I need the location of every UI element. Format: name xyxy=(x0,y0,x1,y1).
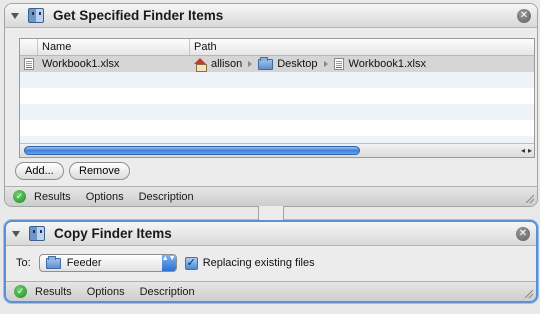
finder-icon xyxy=(28,8,44,23)
finder-items-table[interactable]: Name Path Workbook1.xlsx allison Desktop xyxy=(19,38,535,158)
row-icon-cell xyxy=(20,58,38,70)
close-action-button[interactable]: ✕ xyxy=(516,227,530,241)
action-get-specified-finder-items: Get Specified Finder Items ✕ Name Path W… xyxy=(4,3,538,207)
row-name-cell: Workbook1.xlsx xyxy=(42,58,120,70)
path-segment-label: Workbook1.xlsx xyxy=(348,58,426,70)
horizontal-scrollbar[interactable]: ◂ ▸ xyxy=(20,143,534,157)
folder-icon xyxy=(258,56,274,70)
finder-icon xyxy=(29,226,45,241)
column-header-path[interactable]: Path xyxy=(190,39,534,55)
destination-popup[interactable]: Feeder ▲▼ xyxy=(38,254,177,272)
description-tab[interactable]: Description xyxy=(140,286,195,298)
to-label: To: xyxy=(16,257,31,269)
home-folder-icon xyxy=(194,58,207,72)
scrollbar-thumb[interactable] xyxy=(24,146,360,155)
spreadsheet-file-icon xyxy=(333,58,344,70)
path-separator-icon xyxy=(248,61,253,67)
empty-table-row xyxy=(20,88,534,104)
path-segment-home[interactable]: allison xyxy=(194,58,243,72)
results-tab[interactable]: Results xyxy=(35,286,72,298)
disclosure-triangle-icon[interactable] xyxy=(11,12,19,19)
table-row[interactable]: Workbook1.xlsx allison Desktop Workbook1… xyxy=(20,56,534,72)
path-segment-file[interactable]: Workbook1.xlsx xyxy=(333,58,426,70)
disclosure-triangle-icon[interactable] xyxy=(12,230,20,237)
options-tab[interactable]: Options xyxy=(87,286,125,298)
spreadsheet-file-icon xyxy=(24,58,34,70)
destination-value: Feeder xyxy=(66,257,102,269)
replacing-checkbox[interactable]: ✓ xyxy=(184,256,198,270)
description-tab[interactable]: Description xyxy=(139,191,194,203)
status-ok-icon: ✓ xyxy=(14,285,27,298)
scroll-arrows: ◂ ▸ xyxy=(521,146,532,155)
scroll-left-icon[interactable]: ◂ xyxy=(521,146,525,155)
empty-table-row xyxy=(20,104,534,120)
path-separator-icon xyxy=(323,61,328,67)
resize-grip-icon[interactable] xyxy=(526,195,534,203)
action-title: Copy Finder Items xyxy=(54,226,172,241)
column-header-icon xyxy=(20,39,38,55)
action-header: Get Specified Finder Items ✕ xyxy=(5,4,537,28)
close-action-button[interactable]: ✕ xyxy=(517,9,531,23)
add-button[interactable]: Add... xyxy=(15,162,64,180)
action-connector xyxy=(258,206,284,220)
path-segment-desktop[interactable]: Desktop xyxy=(258,56,318,70)
status-ok-icon: ✓ xyxy=(13,190,26,203)
action-title: Get Specified Finder Items xyxy=(53,8,224,23)
path-segment-label: Desktop xyxy=(277,58,318,70)
options-tab[interactable]: Options xyxy=(86,191,124,203)
scroll-right-icon[interactable]: ▸ xyxy=(528,146,532,155)
folder-icon xyxy=(45,255,61,269)
action-copy-finder-items: Copy Finder Items ✕ To: Feeder ▲▼ ✓ Repl… xyxy=(4,220,538,303)
column-header-name[interactable]: Name xyxy=(38,39,190,55)
remove-button[interactable]: Remove xyxy=(69,162,130,180)
resize-grip-icon[interactable] xyxy=(525,290,533,298)
results-tab[interactable]: Results xyxy=(34,191,71,203)
popup-arrows-icon: ▲▼ xyxy=(161,255,176,271)
path-segment-label: allison xyxy=(211,58,243,70)
action-footer: ✓ Results Options Description xyxy=(6,281,536,301)
empty-table-row xyxy=(20,120,534,136)
action-header: Copy Finder Items ✕ xyxy=(6,222,536,246)
empty-table-row xyxy=(20,72,534,88)
destination-row: To: Feeder ▲▼ ✓ Replacing existing files xyxy=(16,254,315,272)
action-footer: ✓ Results Options Description xyxy=(5,186,537,206)
table-header: Name Path xyxy=(20,39,534,56)
replacing-label[interactable]: Replacing existing files xyxy=(203,257,315,269)
row-path-cell: allison Desktop Workbook1.xlsx xyxy=(190,56,534,72)
